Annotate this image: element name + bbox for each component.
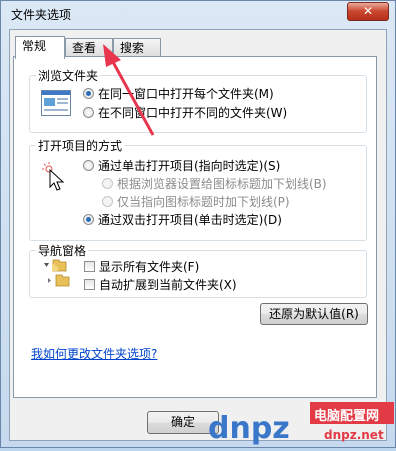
annotation-arrow-icon [103,44,155,136]
watermark-logo-text: dnpz [208,411,290,446]
watermark: dnpz 电脑配置网 dnpz.net [206,400,396,448]
watermark-site: 电脑配置网 [314,409,380,424]
watermark-domain: dnpz.net [324,428,384,442]
